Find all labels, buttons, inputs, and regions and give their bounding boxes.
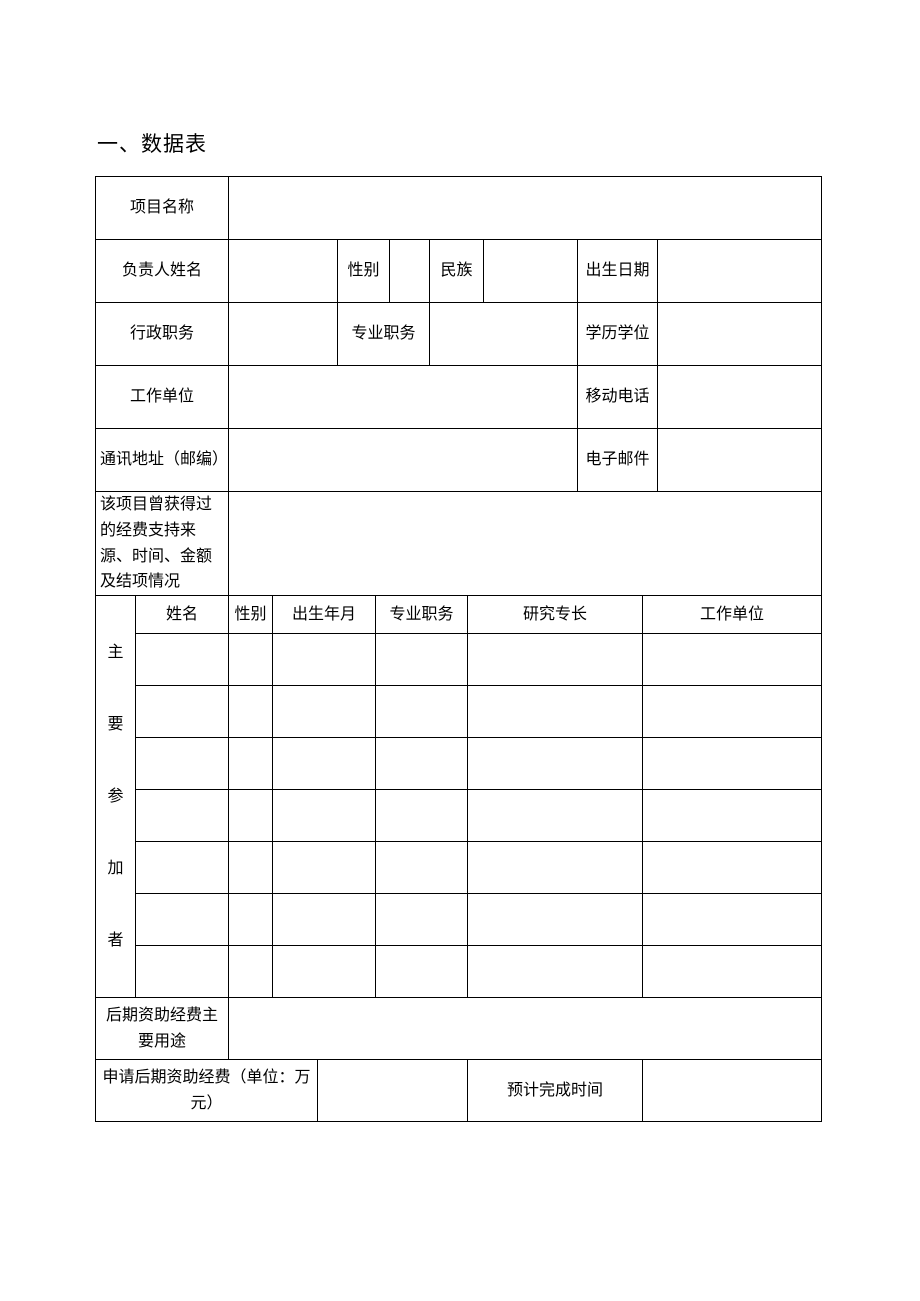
- p-name-cell[interactable]: [136, 686, 229, 738]
- p-workunit-cell[interactable]: [643, 842, 822, 894]
- value-ethnicity[interactable]: [484, 240, 578, 303]
- label-ethnicity: 民族: [430, 240, 484, 303]
- page: 一、数据表 项目名称 负责人姓名: [0, 0, 920, 1301]
- label-expected-completion: 预计完成时间: [468, 1060, 643, 1122]
- value-address[interactable]: [229, 429, 578, 492]
- table-row: [96, 634, 822, 686]
- label-degree: 学历学位: [578, 303, 658, 366]
- label-mobile: 移动电话: [578, 366, 658, 429]
- p-specialty-cell[interactable]: [468, 686, 643, 738]
- p-birth-cell[interactable]: [273, 946, 376, 998]
- p-workunit-cell[interactable]: [643, 738, 822, 790]
- value-admin-position[interactable]: [229, 303, 338, 366]
- p-workunit-cell[interactable]: [643, 686, 822, 738]
- label-email: 电子邮件: [578, 429, 658, 492]
- p-workunit-cell[interactable]: [643, 790, 822, 842]
- value-fund-usage[interactable]: [229, 998, 822, 1060]
- p-specialty-cell[interactable]: [468, 634, 643, 686]
- p-specialty-cell[interactable]: [468, 790, 643, 842]
- p-name-cell[interactable]: [136, 738, 229, 790]
- value-gender[interactable]: [390, 240, 430, 303]
- p-birth-cell[interactable]: [273, 634, 376, 686]
- table-row: [96, 790, 822, 842]
- label-p-title: 专业职务: [376, 596, 468, 634]
- label-fund-usage: 后期资助经费主要用途: [96, 998, 229, 1060]
- value-project-name[interactable]: [229, 177, 822, 240]
- label-professional-title: 专业职务: [338, 303, 430, 366]
- p-workunit-cell[interactable]: [643, 946, 822, 998]
- table-row: [96, 894, 822, 946]
- p-name-cell[interactable]: [136, 894, 229, 946]
- p-gender-cell[interactable]: [229, 686, 273, 738]
- value-prior-funding[interactable]: [229, 492, 822, 596]
- label-p-specialty: 研究专长: [468, 596, 643, 634]
- p-gender-cell[interactable]: [229, 946, 273, 998]
- p-name-cell[interactable]: [136, 790, 229, 842]
- p-specialty-cell[interactable]: [468, 946, 643, 998]
- value-mobile[interactable]: [658, 366, 822, 429]
- p-specialty-cell[interactable]: [468, 738, 643, 790]
- p-gender-cell[interactable]: [229, 894, 273, 946]
- p-gender-cell[interactable]: [229, 842, 273, 894]
- label-gender: 性别: [338, 240, 390, 303]
- label-p-birth: 出生年月: [273, 596, 376, 634]
- table-row: [96, 842, 822, 894]
- p-title-cell[interactable]: [376, 738, 468, 790]
- p-title-cell[interactable]: [376, 894, 468, 946]
- label-address: 通讯地址（邮编）: [96, 429, 229, 492]
- p-birth-cell[interactable]: [273, 686, 376, 738]
- p-birth-cell[interactable]: [273, 894, 376, 946]
- label-project-name: 项目名称: [96, 177, 229, 240]
- p-title-cell[interactable]: [376, 686, 468, 738]
- label-p-gender: 性别: [229, 596, 273, 634]
- label-prior-funding: 该项目曾获得过的经费支持来源、时间、金额及结项情况: [96, 492, 229, 596]
- value-birth-date[interactable]: [658, 240, 822, 303]
- p-gender-cell[interactable]: [229, 738, 273, 790]
- p-name-cell[interactable]: [136, 946, 229, 998]
- table-row: [96, 686, 822, 738]
- label-admin-position: 行政职务: [96, 303, 229, 366]
- p-workunit-cell[interactable]: [643, 634, 822, 686]
- label-p-name: 姓名: [136, 596, 229, 634]
- participants-vertical-text: 主要参加者: [100, 617, 131, 977]
- value-apply-amount[interactable]: [318, 1060, 468, 1122]
- value-work-unit[interactable]: [229, 366, 578, 429]
- p-specialty-cell[interactable]: [468, 842, 643, 894]
- label-participants-vertical: 主要参加者: [96, 596, 136, 998]
- p-name-cell[interactable]: [136, 634, 229, 686]
- label-leader-name: 负责人姓名: [96, 240, 229, 303]
- label-work-unit: 工作单位: [96, 366, 229, 429]
- p-birth-cell[interactable]: [273, 790, 376, 842]
- p-birth-cell[interactable]: [273, 842, 376, 894]
- p-gender-cell[interactable]: [229, 790, 273, 842]
- value-professional-title[interactable]: [430, 303, 578, 366]
- p-title-cell[interactable]: [376, 634, 468, 686]
- p-title-cell[interactable]: [376, 946, 468, 998]
- section-title: 一、数据表: [97, 128, 825, 158]
- p-workunit-cell[interactable]: [643, 894, 822, 946]
- p-birth-cell[interactable]: [273, 738, 376, 790]
- data-table: 项目名称 负责人姓名 性别 民族 出生日期 行政职务 专业职务 学历学位 工作单…: [95, 176, 822, 1122]
- table-row: [96, 738, 822, 790]
- p-title-cell[interactable]: [376, 790, 468, 842]
- p-title-cell[interactable]: [376, 842, 468, 894]
- p-name-cell[interactable]: [136, 842, 229, 894]
- label-p-workunit: 工作单位: [643, 596, 822, 634]
- value-degree[interactable]: [658, 303, 822, 366]
- value-email[interactable]: [658, 429, 822, 492]
- table-row: [96, 946, 822, 998]
- p-gender-cell[interactable]: [229, 634, 273, 686]
- value-expected-completion[interactable]: [643, 1060, 822, 1122]
- value-leader-name[interactable]: [229, 240, 338, 303]
- p-specialty-cell[interactable]: [468, 894, 643, 946]
- label-apply-amount: 申请后期资助经费（单位：万元）: [96, 1060, 318, 1122]
- label-birth-date: 出生日期: [578, 240, 658, 303]
